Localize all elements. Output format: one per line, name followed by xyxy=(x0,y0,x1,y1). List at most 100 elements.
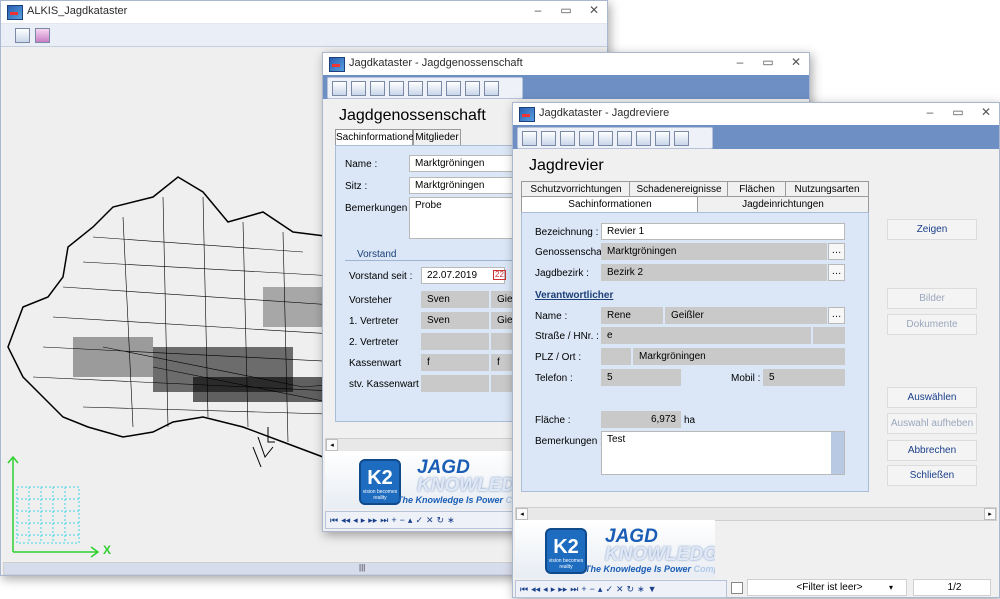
zoom-icon[interactable] xyxy=(541,130,556,146)
select-icon[interactable] xyxy=(522,130,537,146)
nav-delete-icon[interactable]: − xyxy=(400,515,405,525)
tab-schadenereignisse[interactable]: Schadenereignisse xyxy=(629,181,729,197)
table-icon[interactable] xyxy=(598,130,613,146)
filter-dropdown-icon[interactable]: ▾ xyxy=(889,583,893,592)
tab-sachinformationen[interactable]: Sachinformationen xyxy=(335,129,419,145)
print-preview-icon[interactable] xyxy=(579,130,594,146)
layer-icon[interactable] xyxy=(15,28,30,43)
tools-icon[interactable] xyxy=(674,130,689,146)
nav-refresh-icon[interactable]: ↻ xyxy=(437,515,445,526)
tab-schutzvorrichtungen[interactable]: Schutzvorrichtungen xyxy=(521,181,631,197)
nav-check-icon[interactable]: ✓ xyxy=(415,515,423,526)
tab-nutzungsarten[interactable]: Nutzungsarten xyxy=(785,181,869,197)
vertreter2-vorname[interactable] xyxy=(421,333,489,350)
nav-star-icon[interactable]: ∗ xyxy=(637,584,645,595)
name-field[interactable]: Marktgröningen xyxy=(409,155,519,172)
scroll-right-icon[interactable]: ▸ xyxy=(984,508,996,520)
maximize-icon[interactable]: ▭ xyxy=(951,105,965,119)
close-icon[interactable]: ✕ xyxy=(789,55,803,69)
plz-field[interactable] xyxy=(601,348,631,365)
ort-field[interactable]: Markgröningen xyxy=(633,348,845,365)
person-lookup-button[interactable]: … xyxy=(828,307,845,324)
bemerkungen-field[interactable]: Test xyxy=(601,431,845,475)
nav-prev-icon[interactable]: ◂ xyxy=(353,515,358,526)
nav-last-icon[interactable]: ⏭ xyxy=(380,515,388,526)
tools-icon[interactable] xyxy=(484,80,499,96)
nav-refresh-icon[interactable]: ↻ xyxy=(627,584,635,595)
auswaehlen-button[interactable]: Auswählen xyxy=(887,387,977,408)
zoom-icon[interactable] xyxy=(351,80,366,96)
nav-first-icon[interactable]: ⏮ xyxy=(330,515,338,526)
nav-next-page-icon[interactable]: ▸▸ xyxy=(558,584,567,595)
kassenwart-vorname[interactable]: f xyxy=(421,354,489,371)
close-icon[interactable]: ✕ xyxy=(979,105,993,119)
scroll-left-icon[interactable]: ◂ xyxy=(326,439,338,451)
calendar-icon[interactable]: 22 xyxy=(493,270,506,280)
nav-cancel-icon[interactable]: ✕ xyxy=(426,515,434,526)
minimize-icon[interactable]: – xyxy=(923,105,937,119)
nav-star-icon[interactable]: ∗ xyxy=(447,515,455,526)
nav-last-icon[interactable]: ⏭ xyxy=(570,584,578,595)
revier-scrollbar[interactable]: ◂ ▸ xyxy=(515,507,997,521)
eraser-icon[interactable] xyxy=(35,28,50,43)
nav-prev-page-icon[interactable]: ◂◂ xyxy=(531,584,540,595)
print-preview-icon[interactable] xyxy=(389,80,404,96)
schliessen-button[interactable]: Schließen xyxy=(887,465,977,486)
stv-kassenwart-vorname[interactable] xyxy=(421,375,489,392)
nav-up-icon[interactable]: ▴ xyxy=(408,515,413,526)
filter-checkbox[interactable] xyxy=(731,582,743,594)
vorname-field[interactable]: Rene xyxy=(601,307,663,324)
maximize-icon[interactable]: ▭ xyxy=(761,55,775,69)
nav-prev-icon[interactable]: ◂ xyxy=(543,584,548,595)
genossenschaft-scrollbar[interactable]: ◂ xyxy=(325,438,517,452)
select-icon[interactable] xyxy=(332,80,347,96)
jagdbezirk-lookup-button[interactable]: … xyxy=(828,264,845,281)
table-icon[interactable] xyxy=(408,80,423,96)
genossenschaft-lookup-button[interactable]: … xyxy=(828,243,845,260)
nav-filter-icon[interactable]: ▼ xyxy=(648,584,657,594)
strasse-field[interactable]: e xyxy=(601,327,811,344)
globe-icon[interactable] xyxy=(636,130,651,146)
telefon-field[interactable]: 5 xyxy=(601,369,681,386)
vorsteher-vorname[interactable]: Sven xyxy=(421,291,489,308)
nav-prev-page-icon[interactable]: ◂◂ xyxy=(341,515,350,526)
close-icon[interactable]: ✕ xyxy=(587,3,601,17)
nav-add-icon[interactable]: + xyxy=(391,515,396,525)
minimize-icon[interactable]: – xyxy=(733,55,747,69)
nachname-field[interactable]: Geißler xyxy=(665,307,827,324)
print-icon[interactable] xyxy=(370,80,385,96)
mobil-field[interactable]: 5 xyxy=(763,369,845,386)
nav-cancel-icon[interactable]: ✕ xyxy=(616,584,624,595)
jagdbezirk-field[interactable]: Bezirk 2 xyxy=(601,264,827,281)
nav-up-icon[interactable]: ▴ xyxy=(598,584,603,595)
maximize-icon[interactable]: ▭ xyxy=(559,3,573,17)
bemerkungen-field[interactable]: Probe xyxy=(409,197,519,239)
nav-next-icon[interactable]: ▸ xyxy=(361,515,366,526)
sitz-field[interactable]: Marktgröningen xyxy=(409,177,519,194)
dokumente-button[interactable]: Dokumente xyxy=(887,314,977,335)
tab-mitglieder[interactable]: Mitglieder xyxy=(413,129,461,145)
genossenschaft-field[interactable]: Marktgröningen xyxy=(601,243,827,260)
tab-jagdeinrichtungen[interactable]: Jagdeinrichtungen xyxy=(697,196,869,212)
abbrechen-button[interactable]: Abbrechen xyxy=(887,440,977,461)
export-icon[interactable] xyxy=(427,80,442,96)
vertreter1-vorname[interactable]: Sven xyxy=(421,312,489,329)
nav-add-icon[interactable]: + xyxy=(581,584,586,594)
export-icon[interactable] xyxy=(617,130,632,146)
tab-sachinformationen[interactable]: Sachinformationen xyxy=(521,196,699,212)
globe-icon[interactable] xyxy=(446,80,461,96)
nav-delete-icon[interactable]: − xyxy=(590,584,595,594)
nav-next-page-icon[interactable]: ▸▸ xyxy=(368,515,377,526)
nav-first-icon[interactable]: ⏮ xyxy=(520,584,528,595)
network-icon[interactable] xyxy=(465,80,480,96)
minimize-icon[interactable]: – xyxy=(531,3,545,17)
bezeichnung-field[interactable]: Revier 1 xyxy=(601,223,845,240)
filter-field[interactable]: <Filter ist leer> xyxy=(747,579,907,596)
nav-next-icon[interactable]: ▸ xyxy=(551,584,556,595)
auswahl-aufheben-button[interactable]: Auswahl aufheben xyxy=(887,413,977,434)
tab-flaechen[interactable]: Flächen xyxy=(727,181,787,197)
zeigen-button[interactable]: Zeigen xyxy=(887,219,977,240)
bemerkungen-scrollbar[interactable] xyxy=(831,432,844,474)
print-icon[interactable] xyxy=(560,130,575,146)
hausnummer-field[interactable] xyxy=(813,327,845,344)
